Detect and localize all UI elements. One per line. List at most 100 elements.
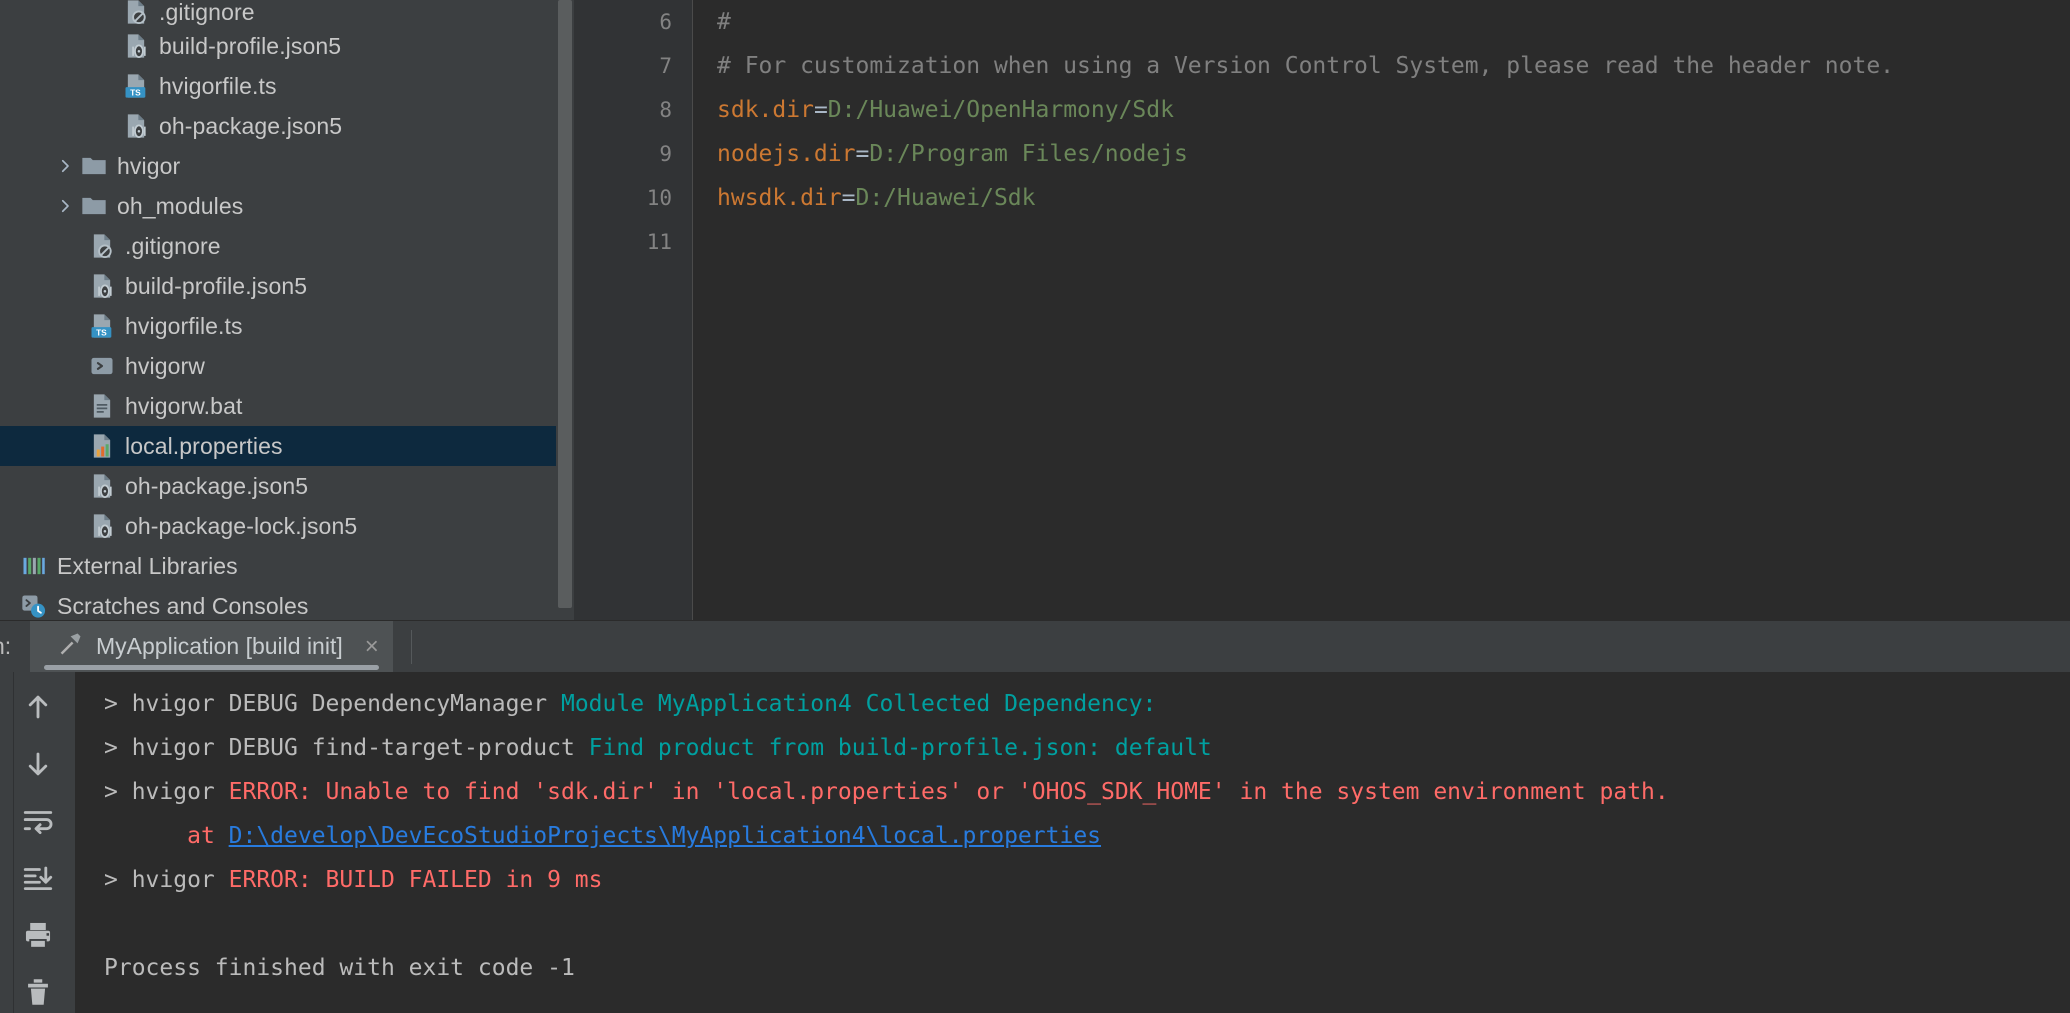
tree-item-label: hvigorw	[125, 353, 205, 380]
console-line: > hvigor ERROR: Unable to find 'sdk.dir'…	[104, 770, 2070, 814]
run-tab-title: MyApplication [build init]	[96, 633, 343, 660]
scratches-icon	[18, 592, 50, 620]
tree-item-label: Scratches and Consoles	[57, 593, 309, 620]
project-tree-scrollbar-thumb[interactable]	[558, 0, 572, 608]
tree-item-external-libraries[interactable]: External Libraries	[0, 546, 574, 586]
folder-icon	[78, 192, 110, 220]
tree-item-hvigorw[interactable]: hvigorw	[0, 346, 574, 386]
json5-file-icon	[120, 112, 152, 140]
properties-file-icon	[86, 432, 118, 460]
tree-item-label: oh-package.json5	[125, 473, 308, 500]
run-tab-myapplication-build-init[interactable]: MyApplication [build init] ×	[30, 621, 393, 673]
tree-item-gitignore[interactable]: .gitignore	[0, 226, 574, 266]
console-text: > hvigor	[104, 779, 229, 805]
scroll-to-end-icon[interactable]	[15, 857, 61, 899]
external-libraries-icon	[18, 552, 50, 580]
typescript-file-icon: TS	[120, 72, 152, 100]
line-number: 10	[574, 176, 692, 220]
tree-item-local-properties[interactable]: local.properties	[0, 426, 574, 466]
console-text	[104, 823, 187, 849]
line-number: 7	[574, 44, 692, 88]
tree-item-oh-package-json5[interactable]: oh-package.json5	[0, 106, 574, 146]
code-token-key: nodejs.dir	[717, 141, 855, 167]
code-token-comment: #	[717, 9, 731, 35]
run-tab-bar: n: MyApplication [build init] ×	[0, 620, 2070, 672]
code-token-eq: =	[814, 97, 828, 123]
console-text: > hvigor DEBUG DependencyManager	[104, 691, 561, 717]
run-console-body: > hvigor DEBUG DependencyManager Module …	[0, 672, 2070, 1013]
code-token-eq: =	[855, 141, 869, 167]
run-console-output[interactable]: > hvigor DEBUG DependencyManager Module …	[76, 672, 2070, 1013]
tree-item-gitignore[interactable]: .gitignore	[0, 0, 574, 26]
console-line: > hvigor ERROR: BUILD FAILED in 9 ms	[104, 858, 2070, 902]
run-tab-active-underline	[44, 665, 379, 670]
code-token-val: D:/Program Files/nodejs	[869, 141, 1188, 167]
print-icon[interactable]	[15, 914, 61, 956]
console-text: > hvigor	[104, 867, 229, 893]
project-tree-scrollbar[interactable]	[556, 0, 574, 620]
code-token-val: D:/Huawei/Sdk	[855, 185, 1035, 211]
soft-wrap-icon[interactable]	[15, 800, 61, 842]
console-line: > hvigor DEBUG DependencyManager Module …	[104, 682, 2070, 726]
chevron-right-icon[interactable]	[52, 197, 78, 215]
tree-item-hvigorfile-ts[interactable]: TS hvigorfile.ts	[0, 306, 574, 346]
tree-item-build-profile-json5[interactable]: build-profile.json5	[0, 266, 574, 306]
code-line[interactable]: # For customization when using a Version…	[717, 44, 2070, 88]
console-line: > hvigor DEBUG find-target-product Find …	[104, 726, 2070, 770]
code-line[interactable]: #	[717, 0, 2070, 44]
code-line[interactable]: sdk.dir=D:/Huawei/OpenHarmony/Sdk	[717, 88, 2070, 132]
clear-all-icon[interactable]	[15, 971, 61, 1013]
tree-item-hvigor[interactable]: hvigor	[0, 146, 574, 186]
code-line[interactable]: hwsdk.dir=D:/Huawei/Sdk	[717, 176, 2070, 220]
code-editor[interactable]: 67891011 ## For customization when using…	[574, 0, 2070, 620]
line-number: 6	[574, 0, 692, 44]
console-line	[104, 902, 2070, 946]
rerun-up-icon[interactable]	[15, 686, 61, 728]
code-line[interactable]	[717, 220, 2070, 264]
shell-script-icon	[86, 352, 118, 380]
tree-item-hvigorfile-ts[interactable]: TS hvigorfile.ts	[0, 66, 574, 106]
tree-item-build-profile-json5[interactable]: build-profile.json5	[0, 26, 574, 66]
console-text: ERROR: Unable to find 'sdk.dir' in 'loca…	[229, 779, 1669, 805]
batch-file-icon	[86, 392, 118, 420]
project-tree-list[interactable]: .gitignore build-profile.json5 TS hvigorfil…	[0, 0, 574, 620]
svg-text:TS: TS	[96, 328, 107, 338]
code-line[interactable]: nodejs.dir=D:/Program Files/nodejs	[717, 132, 2070, 176]
console-text: ERROR: BUILD FAILED in 9 ms	[229, 867, 603, 893]
console-text: at	[187, 823, 229, 849]
tree-item-scratches-and-consoles[interactable]: Scratches and Consoles	[0, 586, 574, 620]
console-text: Find product from build-profile.json: de…	[589, 735, 1212, 761]
tree-item-hvigorw-bat[interactable]: hvigorw.bat	[0, 386, 574, 426]
line-number: 9	[574, 132, 692, 176]
tree-item-oh-modules[interactable]: oh_modules	[0, 186, 574, 226]
gitignore-file-icon	[86, 232, 118, 260]
tree-item-label: .gitignore	[125, 233, 221, 260]
tree-item-oh-package-lock-json5[interactable]: oh-package-lock.json5	[0, 506, 574, 546]
gitignore-file-icon	[120, 0, 152, 26]
console-text: Process finished with exit code -1	[104, 955, 575, 981]
tree-item-label: External Libraries	[57, 553, 238, 580]
tree-item-label: oh-package-lock.json5	[125, 513, 357, 540]
tree-item-label: hvigorfile.ts	[159, 73, 277, 100]
close-icon[interactable]: ×	[365, 633, 379, 661]
editor-code-area[interactable]: # # For customization when using a Versio…	[693, 0, 2070, 620]
tree-item-label: hvigorw.bat	[125, 393, 242, 420]
tree-item-label: build-profile.json5	[159, 33, 341, 60]
console-text: Module MyApplication4 Collected Dependen…	[561, 691, 1156, 717]
folder-icon	[78, 152, 110, 180]
tree-item-oh-package-json5[interactable]: oh-package.json5	[0, 466, 574, 506]
tree-item-label: hvigorfile.ts	[125, 313, 243, 340]
console-file-link[interactable]: D:\develop\DevEcoStudioProjects\MyApplic…	[229, 823, 1101, 849]
tree-item-label: hvigor	[117, 153, 180, 180]
line-number: 11	[574, 220, 692, 264]
tree-item-label: oh-package.json5	[159, 113, 342, 140]
console-line: at D:\develop\DevEcoStudioProjects\MyApp…	[104, 814, 2070, 858]
json5-file-icon	[120, 32, 152, 60]
tree-item-label: oh_modules	[117, 193, 243, 220]
json5-file-icon	[86, 512, 118, 540]
chevron-right-icon[interactable]	[52, 157, 78, 175]
code-token-eq: =	[842, 185, 856, 211]
typescript-file-icon: TS	[86, 312, 118, 340]
console-text: > hvigor DEBUG find-target-product	[104, 735, 589, 761]
scroll-down-icon[interactable]	[15, 743, 61, 785]
